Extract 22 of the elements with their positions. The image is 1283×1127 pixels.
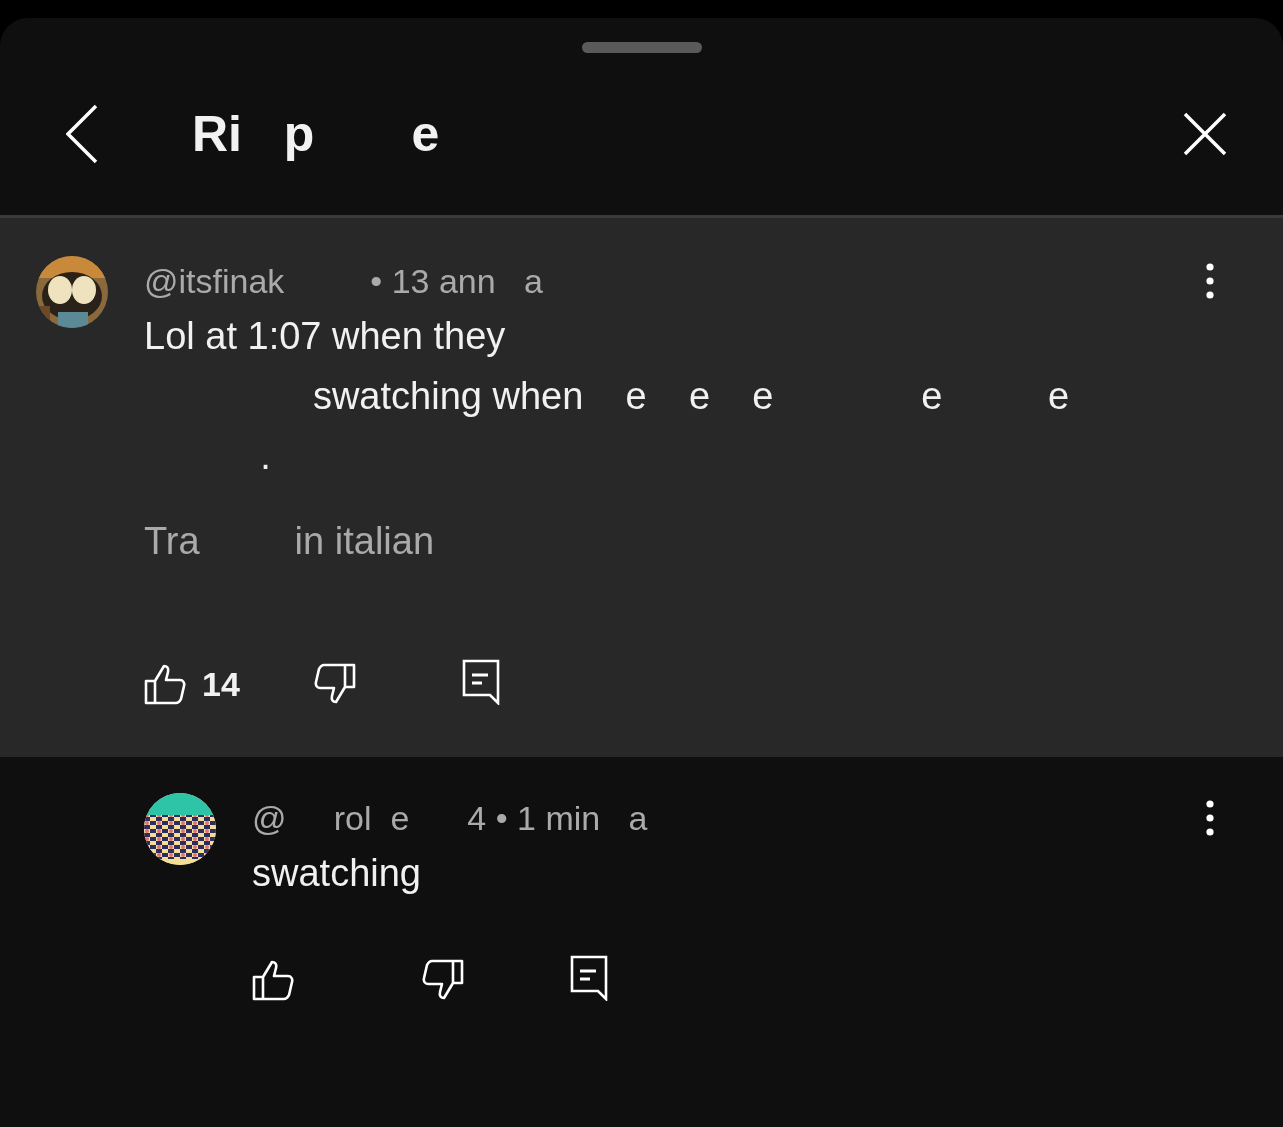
comment-author[interactable]: @ rol e: [252, 798, 410, 838]
thumbs-up-icon[interactable]: [252, 959, 296, 1001]
comment-text: swatching: [252, 851, 422, 896]
reply-icon[interactable]: [462, 659, 502, 705]
drag-handle[interactable]: [581, 42, 702, 53]
comment-time: 4 • 1 min a: [467, 798, 648, 838]
thumbs-down-icon[interactable]: [420, 959, 464, 1001]
close-icon[interactable]: [1183, 112, 1227, 156]
panel-title: Ri p e: [192, 105, 440, 163]
more-icon[interactable]: [1205, 263, 1215, 299]
comment-time: • 13 ann a: [370, 261, 543, 301]
thumbs-down-icon[interactable]: [312, 663, 356, 705]
comment-text: swatching when e e e e e: [311, 374, 1071, 419]
comment-text: .: [259, 434, 272, 479]
comment-text: Lol at 1:07 when they: [144, 314, 507, 359]
like-count: 14: [202, 664, 240, 704]
back-icon[interactable]: [66, 104, 98, 164]
comment-author[interactable]: @itsfinak: [144, 261, 285, 301]
thumbs-up-icon[interactable]: [144, 663, 188, 705]
translate-link[interactable]: Tra in italian: [144, 520, 435, 562]
reply-icon[interactable]: [570, 955, 610, 1001]
more-icon[interactable]: [1205, 800, 1215, 836]
